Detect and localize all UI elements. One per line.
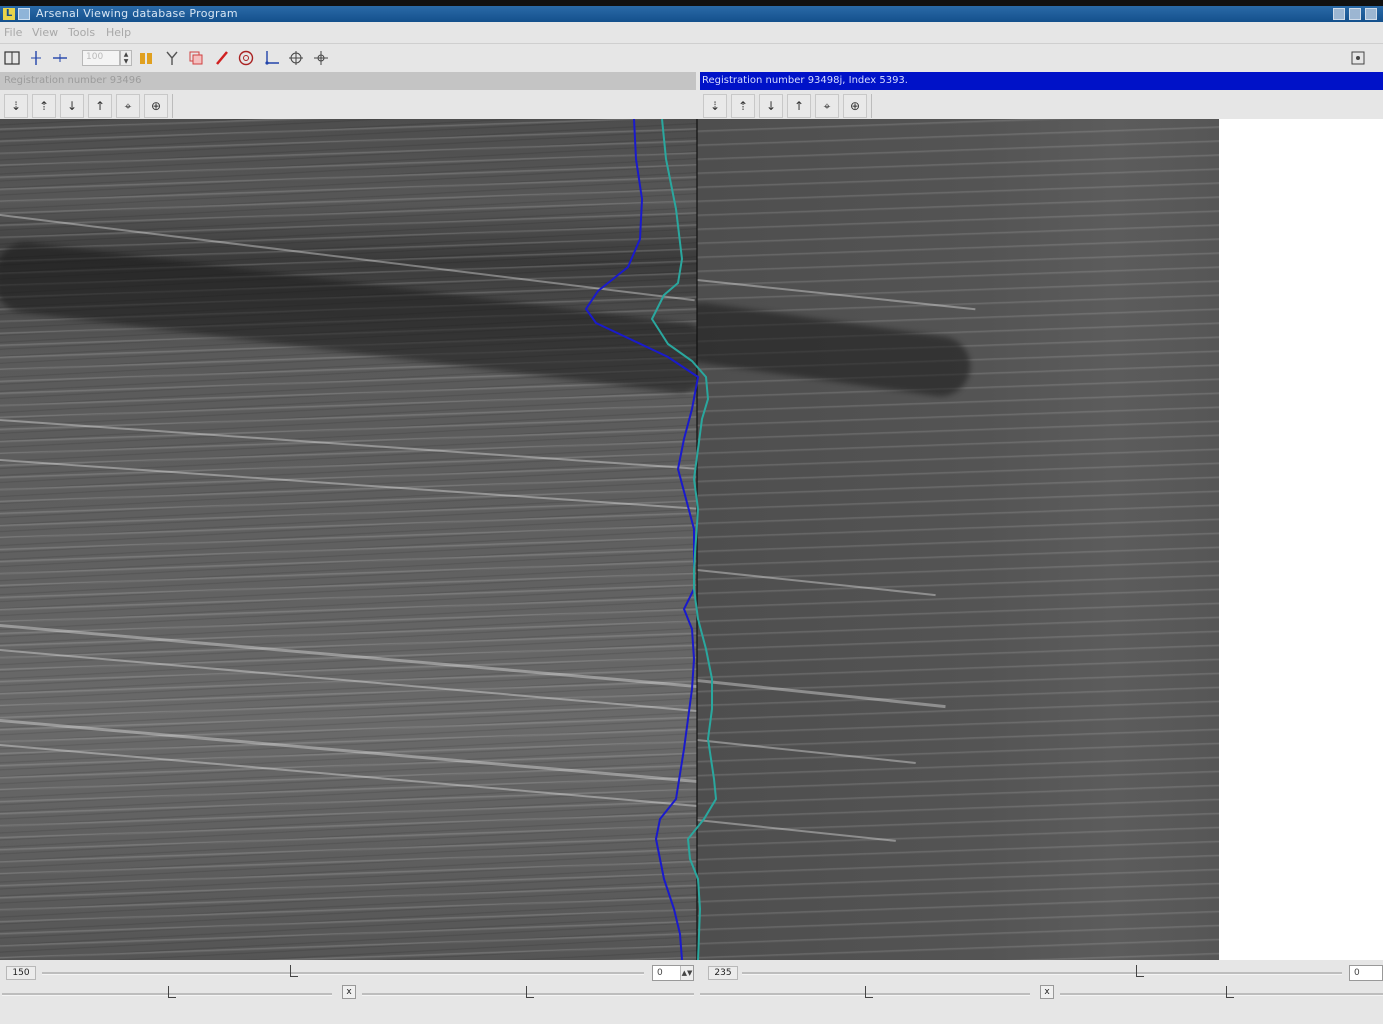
window-menu-icon[interactable] (18, 8, 30, 20)
right-panel-header[interactable]: Registration number 93498j, Index 5393. (700, 72, 1383, 90)
move-icon[interactable] (311, 48, 331, 68)
right-profile-curve (650, 119, 718, 960)
menu-help[interactable]: Help (106, 26, 131, 39)
target-icon[interactable] (236, 48, 256, 68)
title-bar: L Arsenal Viewing database Program (0, 0, 1383, 22)
window-title: Arsenal Viewing database Program (36, 7, 238, 20)
left-reset-button[interactable]: x (342, 985, 356, 999)
menu-file[interactable]: File (4, 26, 22, 39)
left-crosshair-icon[interactable]: ⊕ (144, 94, 168, 118)
left-rotation-slider-track[interactable] (2, 993, 332, 996)
left-value-box: 150 (6, 966, 36, 980)
left-spinbox-value: 0 (657, 968, 663, 978)
right-horizontal-slider-track[interactable] (742, 972, 1342, 975)
left-horizontal-slider-track[interactable] (42, 972, 644, 975)
compare-icon[interactable] (136, 48, 156, 68)
left-move-up-icon[interactable]: ⇡ (32, 94, 56, 118)
pen-icon[interactable] (212, 48, 232, 68)
left-step-down-icon[interactable]: ↓ (60, 94, 84, 118)
left-spinbox-arrows[interactable]: ▲▼ (680, 966, 693, 980)
main-toolbar: 100 ▲ ▼ (0, 44, 1383, 72)
zoom-input[interactable]: 100 (82, 50, 120, 66)
left-move-down-icon[interactable]: ⇣ (4, 94, 28, 118)
right-move-down-icon[interactable]: ⇣ (703, 94, 727, 118)
right-center-icon[interactable]: ⌖ (815, 94, 839, 118)
minimize-button[interactable] (1333, 8, 1345, 20)
profile-overlay (584, 119, 718, 960)
crosshair-icon[interactable] (286, 48, 306, 68)
right-crosshair-icon[interactable]: ⊕ (843, 94, 867, 118)
right-spinbox[interactable]: 0 (1349, 965, 1383, 981)
left-panel-header[interactable]: Registration number 93496 (0, 72, 696, 90)
overlay-icon[interactable] (186, 48, 206, 68)
menu-tools[interactable]: Tools (68, 26, 95, 39)
left-horizontal-slider-thumb[interactable] (290, 965, 298, 977)
right-offset-slider-thumb[interactable] (1226, 986, 1234, 998)
right-horizontal-slider-thumb[interactable] (1136, 965, 1144, 977)
left-offset-slider-thumb[interactable] (526, 986, 534, 998)
bottom-controls: 150 0 ▲▼ x 235 0 x (0, 960, 1383, 1024)
right-step-up-icon[interactable]: ↑ (787, 94, 811, 118)
fit-view-icon[interactable] (1348, 48, 1368, 68)
right-value-box: 235 (708, 966, 738, 980)
vertical-cursor-icon[interactable] (26, 48, 46, 68)
menu-view[interactable]: View (32, 26, 58, 39)
left-center-icon[interactable]: ⌖ (116, 94, 140, 118)
left-spinbox[interactable]: 0 ▲▼ (652, 965, 694, 981)
right-spinbox-value: 0 (1354, 968, 1360, 978)
menu-bar: File View Tools Help (0, 22, 1383, 44)
right-offset-slider-track[interactable] (1060, 993, 1383, 996)
filter-icon[interactable] (162, 48, 182, 68)
right-step-down-icon[interactable]: ↓ (759, 94, 783, 118)
layout-icon[interactable] (2, 48, 22, 68)
axes-icon[interactable] (262, 48, 282, 68)
close-button[interactable] (1365, 8, 1377, 20)
right-reset-button[interactable]: x (1040, 985, 1054, 999)
horizontal-cursor-icon[interactable] (50, 48, 70, 68)
right-subtool-separator (871, 94, 872, 118)
left-subtool-separator (172, 94, 173, 118)
right-move-up-icon[interactable]: ⇡ (731, 94, 755, 118)
right-rotation-slider-thumb[interactable] (865, 986, 873, 998)
empty-canvas-area (1219, 119, 1383, 960)
zoom-spinner[interactable]: ▲ ▼ (120, 50, 132, 66)
left-rotation-slider-thumb[interactable] (168, 986, 176, 998)
maximize-button[interactable] (1349, 8, 1361, 20)
left-step-up-icon[interactable]: ↑ (88, 94, 112, 118)
app-icon: L (3, 8, 15, 20)
